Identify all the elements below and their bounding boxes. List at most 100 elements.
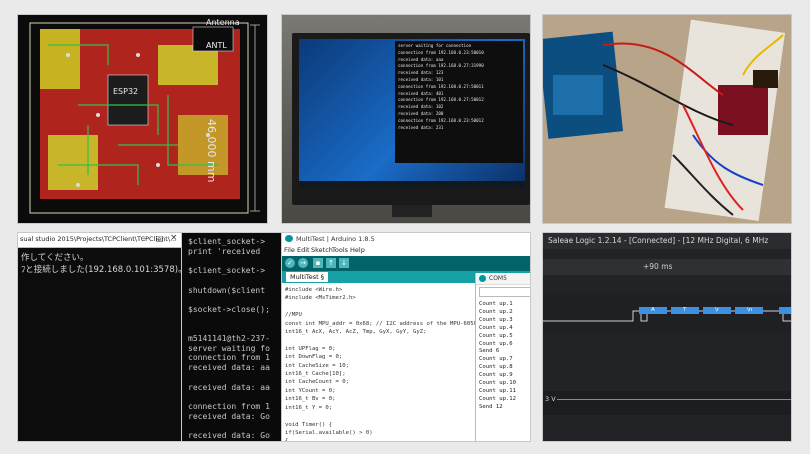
marker-a: A bbox=[651, 307, 655, 313]
save-icon[interactable]: ↓ bbox=[339, 258, 349, 268]
serial-input[interactable] bbox=[479, 287, 530, 297]
code-line: //MPU bbox=[285, 312, 302, 319]
code-line: { bbox=[285, 438, 289, 442]
code-line: int UPFlag = 0; bbox=[285, 345, 336, 352]
code-line: void Timer() { bbox=[285, 421, 333, 428]
menu-edit[interactable]: Edit bbox=[297, 246, 310, 254]
ide-toolbar: ✓ → ▪ ↑ ↓ bbox=[282, 256, 530, 271]
serial-titlebar: COM5 bbox=[476, 273, 530, 285]
code-line: int16_t AcX, AcY, AcZ, Tmp, GyX, GyY, Gy… bbox=[285, 329, 427, 336]
monitor-line: received data: 401 bbox=[398, 90, 444, 96]
voltage-label: 3 V bbox=[545, 395, 556, 403]
monitor-line: received data: aaa bbox=[398, 56, 444, 62]
breadboard-photo-thumbnail[interactable] bbox=[542, 14, 792, 224]
php-line: shutdown($client bbox=[188, 285, 266, 295]
menu-sketch[interactable]: Sketch bbox=[311, 246, 333, 254]
serial-logo-icon bbox=[479, 275, 486, 282]
tab-multitest[interactable]: MultiTest § bbox=[286, 272, 329, 282]
code-line: int16_t Y = 0; bbox=[285, 404, 333, 411]
verify-icon[interactable]: ✓ bbox=[285, 258, 295, 268]
serial-line: Send 12 bbox=[479, 403, 503, 410]
monitor-line: connection from 192.168.0.27:50012 bbox=[398, 97, 484, 103]
saleae-titlebar: Saleae Logic 1.2.14 - [Connected] - [12 … bbox=[543, 233, 791, 249]
code-line: const int MPU_addr = 0x68; // I2C addres… bbox=[285, 320, 475, 327]
php-line: $client_socket-> bbox=[188, 266, 266, 276]
console-titlebar: sual studio 2015\Projects\TCPClient\TCPC… bbox=[18, 233, 188, 248]
saleae-logic-thumbnail[interactable]: Saleae Logic 1.2.14 - [Connected] - [12 … bbox=[542, 232, 792, 442]
maximize-icon[interactable]: □ bbox=[156, 234, 164, 243]
close-icon[interactable]: × bbox=[170, 233, 178, 243]
terminal-window: server waiting for connection connection … bbox=[395, 41, 523, 163]
menu-help[interactable]: Help bbox=[350, 246, 365, 254]
php-line: $socket->close(); bbox=[188, 304, 270, 314]
code-line: int16_t Bv = 0; bbox=[285, 396, 336, 403]
code-line: int YCount = 0; bbox=[285, 387, 336, 394]
menu-tools[interactable]: Tools bbox=[332, 246, 348, 254]
serial-line: Count up.7 bbox=[479, 356, 513, 363]
breadboard-photo bbox=[543, 15, 791, 223]
serial-line: Count up.5 bbox=[479, 332, 513, 339]
console-path: sual studio 2015\Projects\TCPClient\TCPC… bbox=[20, 235, 177, 243]
serial-line: Send 6 bbox=[479, 348, 500, 355]
analog-trace bbox=[557, 399, 791, 400]
pcb-layout-thumbnail[interactable]: Antenna ANTL ESP32 46.000 mm bbox=[17, 14, 268, 224]
monitor-stand bbox=[392, 205, 432, 217]
code-editor[interactable]: #include <Wire.h> #include <MsTimer2.h> /… bbox=[282, 283, 475, 442]
serial-line: Count up.8 bbox=[479, 364, 513, 371]
code-line: int CacheCount = 0; bbox=[285, 379, 349, 386]
serial-line: Count up.11 bbox=[479, 387, 517, 394]
monitor-line: connection from 192.168.0.23:50010 bbox=[398, 49, 484, 55]
menu-file[interactable]: File bbox=[284, 246, 295, 254]
php-line: print 'received bbox=[188, 246, 261, 256]
ide-title: MultiTest | Arduino 1.8.5 bbox=[296, 235, 375, 243]
php-line: connection from 1 bbox=[188, 353, 270, 363]
chip-label: ESP32 bbox=[113, 87, 139, 96]
php-line bbox=[188, 324, 270, 334]
upload-icon[interactable]: → bbox=[298, 258, 308, 268]
php-line: m5141141@th2-237- bbox=[188, 334, 270, 344]
monitor-line: received data: 123 bbox=[398, 70, 444, 76]
antenna-label: Antenna bbox=[206, 18, 240, 27]
channel-row: A T \r \n bbox=[543, 293, 791, 333]
monitor-line: received data: 200 bbox=[398, 110, 444, 116]
serial-line: Count up.12 bbox=[479, 395, 517, 402]
time-label: +90 ms bbox=[643, 262, 673, 271]
serial-title: COM5 bbox=[489, 275, 507, 282]
php-line bbox=[188, 295, 270, 305]
code-line: if(Serial.available() > 0) bbox=[285, 429, 373, 436]
open-icon[interactable]: ↑ bbox=[326, 258, 336, 268]
new-icon[interactable]: ▪ bbox=[313, 258, 323, 268]
terminal-thumbnail[interactable]: $client_socket-> print 'received $client_… bbox=[181, 232, 282, 442]
console-line-1: 作してください。 bbox=[21, 253, 89, 263]
php-line: received data: Go bbox=[188, 431, 270, 441]
taskbar bbox=[299, 181, 525, 187]
minimize-icon[interactable]: – bbox=[142, 234, 146, 243]
waveform bbox=[543, 307, 791, 322]
monitor-photo-thumbnail[interactable]: server waiting for connection connection … bbox=[281, 14, 531, 224]
marker-lf: \n bbox=[747, 307, 753, 313]
serial-line: Count up.3 bbox=[479, 316, 513, 323]
serial-line: Count up.4 bbox=[479, 324, 513, 331]
ide-menubar: File Edit Sketch Tools Help bbox=[282, 245, 530, 256]
monitor-line: received data: 102 bbox=[398, 104, 444, 110]
arduino-logo-icon bbox=[285, 235, 293, 242]
php-line bbox=[188, 315, 270, 325]
saleae-title: Saleae Logic 1.2.14 - [Connected] - [12 … bbox=[548, 236, 769, 245]
php-line: server waiting fo bbox=[188, 343, 270, 353]
analog-row: 3 V bbox=[543, 391, 791, 415]
arduino-ide-thumbnail[interactable]: MultiTest | Arduino 1.8.5 File Edit Sket… bbox=[281, 232, 531, 442]
php-line: received data: aa bbox=[188, 382, 270, 392]
windows-console-thumbnail[interactable]: sual studio 2015\Projects\TCPClient\TCPC… bbox=[17, 232, 189, 442]
serial-monitor-window: COM5 Count up.1 Count up.2 Count up.3 Count… bbox=[475, 273, 530, 441]
marker-t: T bbox=[683, 307, 687, 313]
console-line-2: ﾌと接続しました(192.168.0.101:3578)。 bbox=[21, 265, 187, 275]
monitor-line: connection from 192.168.0.27:50011 bbox=[398, 83, 484, 89]
monitor-line: received data: 231 bbox=[398, 124, 444, 130]
dimension-label: 46.000 mm bbox=[205, 119, 218, 183]
antl-label: ANTL bbox=[206, 41, 227, 50]
monitor-line: received data: 101 bbox=[398, 76, 444, 82]
monitor-line: connection from 192.168.0.23:50012 bbox=[398, 117, 484, 123]
pcb-drawing bbox=[18, 15, 267, 223]
code-line: #include <Wire.h> bbox=[285, 287, 343, 293]
